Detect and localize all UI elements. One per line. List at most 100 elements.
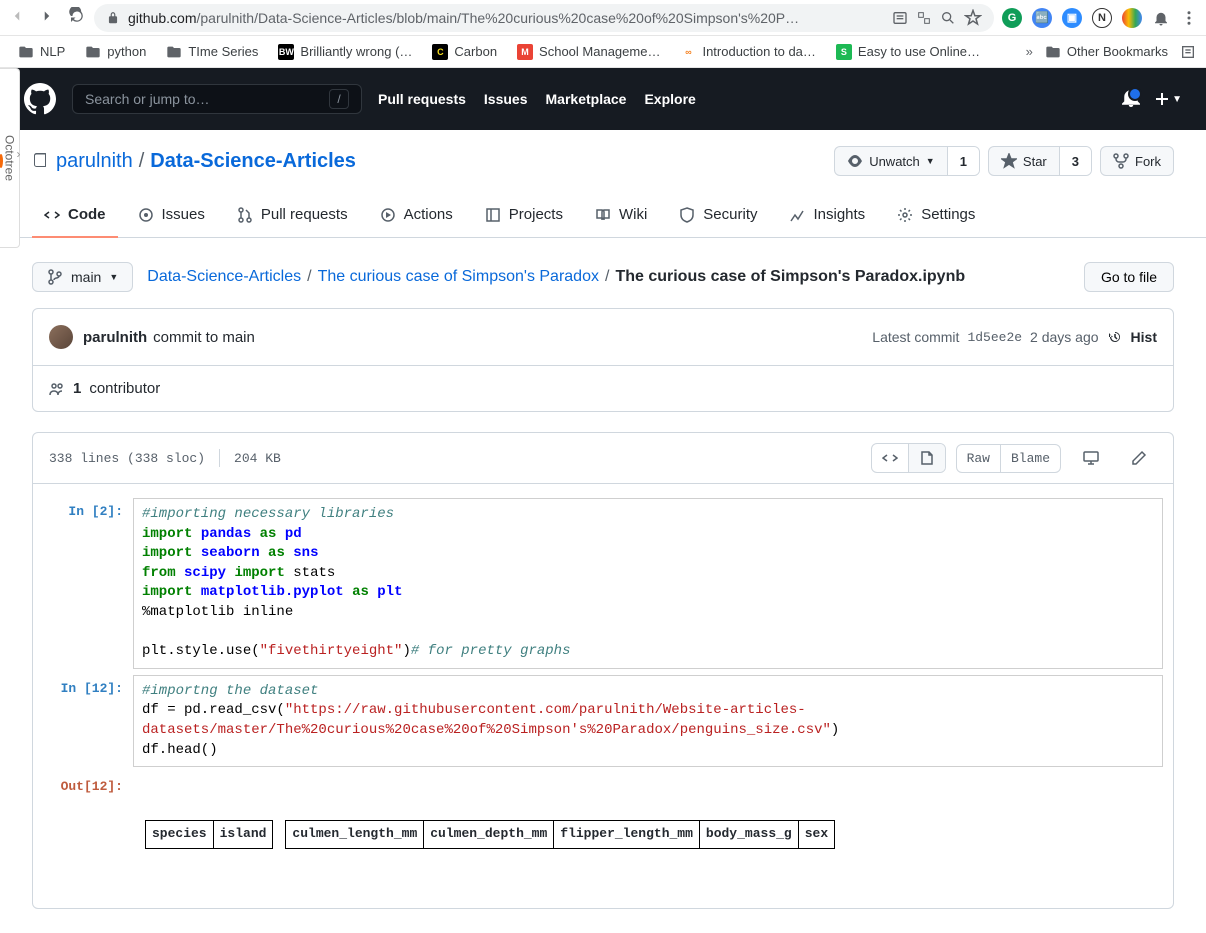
- tab-actions[interactable]: Actions: [368, 196, 465, 237]
- reading-list-icon[interactable]: [1180, 44, 1196, 60]
- branch-selector[interactable]: main ▼: [32, 262, 133, 292]
- github-header: Search or jump to… / Pull requests Issue…: [0, 68, 1206, 130]
- history-icon[interactable]: [1107, 329, 1123, 345]
- ext-multicolor-icon[interactable]: [1122, 8, 1142, 28]
- forward-button[interactable]: [38, 7, 56, 28]
- cell-prompt: In [2]:: [43, 498, 133, 669]
- file-size: 204 KB: [234, 451, 281, 466]
- file-box: 338 lines (338 sloc) 204 KB Raw Blame In…: [32, 432, 1174, 909]
- more-icon[interactable]: [1180, 9, 1198, 27]
- commit-box: parulnith commit to main Latest commit 1…: [32, 308, 1174, 412]
- notebook-content: In [2]: #importing necessary libraries i…: [33, 484, 1173, 908]
- output-cell: species island culmen_length_mm culmen_d…: [133, 773, 1163, 894]
- url-text: github.com/parulnith/Data-Science-Articl…: [128, 10, 884, 26]
- commit-time: 2 days ago: [1030, 329, 1099, 345]
- breadcrumb-root[interactable]: Data-Science-Articles: [147, 268, 301, 286]
- repo-icon: [32, 153, 48, 169]
- ext-translate-icon[interactable]: 🔤: [1032, 8, 1052, 28]
- browser-toolbar: github.com/parulnith/Data-Science-Articl…: [0, 0, 1206, 36]
- commit-sha[interactable]: 1d5ee2e: [967, 330, 1022, 345]
- browser-nav: [8, 7, 86, 28]
- zoom-icon[interactable]: [940, 10, 956, 26]
- contributor-label: contributor: [89, 380, 160, 397]
- caret-down-icon: ▼: [109, 272, 118, 282]
- bookmarks-overflow[interactable]: »: [1026, 44, 1033, 59]
- bookmark-item[interactable]: BWBrilliantly wrong (…: [270, 40, 420, 64]
- nav-explore[interactable]: Explore: [644, 91, 695, 107]
- tab-insights[interactable]: Insights: [777, 196, 877, 237]
- slash-hint: /: [329, 89, 349, 109]
- octotree-sidebar[interactable]: › Octotree: [0, 68, 20, 248]
- tab-pulls[interactable]: Pull requests: [225, 196, 360, 237]
- back-button[interactable]: [8, 7, 26, 28]
- latest-commit-label: Latest commit: [872, 329, 959, 345]
- add-dropdown[interactable]: ▼: [1154, 91, 1182, 107]
- caret-down-icon: ▼: [926, 156, 935, 166]
- code-cell: #importing necessary libraries import pa…: [133, 498, 1163, 669]
- tab-settings[interactable]: Settings: [885, 196, 987, 237]
- github-logo-icon[interactable]: [24, 83, 56, 115]
- ext-notion-icon[interactable]: N: [1092, 8, 1112, 28]
- star-icon[interactable]: [964, 9, 982, 27]
- code-cell: #importng the dataset df = pd.read_csv("…: [133, 675, 1163, 767]
- repo-owner-link[interactable]: parulnith: [56, 150, 133, 173]
- breadcrumb-folder[interactable]: The curious case of Simpson's Paradox: [318, 268, 599, 286]
- bookmark-item[interactable]: python: [77, 40, 154, 64]
- nav-pulls[interactable]: Pull requests: [378, 91, 466, 107]
- output-prompt: Out[12]:: [43, 773, 133, 894]
- nav-issues[interactable]: Issues: [484, 91, 528, 107]
- bookmark-item[interactable]: NLP: [10, 40, 73, 64]
- watch-button[interactable]: Unwatch▼ 1: [834, 146, 980, 176]
- tab-wiki[interactable]: Wiki: [583, 196, 659, 237]
- chevron-right-icon: ›: [17, 147, 21, 161]
- bookmark-item[interactable]: CCarbon: [424, 40, 505, 64]
- raw-button[interactable]: Raw: [957, 445, 1001, 472]
- bookmark-item[interactable]: MSchool Manageme…: [509, 40, 668, 64]
- view-mode-group: [871, 443, 946, 473]
- tab-code[interactable]: Code: [32, 196, 118, 237]
- contributor-count: 1: [73, 380, 81, 397]
- extension-icons: G 🔤 ▣ N: [1002, 8, 1198, 28]
- bookmark-item[interactable]: SEasy to use Online…: [828, 40, 988, 64]
- notifications-icon[interactable]: [1152, 9, 1170, 27]
- avatar[interactable]: [49, 325, 73, 349]
- search-input[interactable]: Search or jump to… /: [72, 84, 362, 114]
- search-placeholder: Search or jump to…: [85, 91, 210, 107]
- notifications-button[interactable]: [1122, 89, 1140, 110]
- fork-button[interactable]: Fork: [1100, 146, 1174, 176]
- edit-button[interactable]: [1121, 444, 1157, 472]
- cell-prompt: In [12]:: [43, 675, 133, 767]
- commit-author[interactable]: parulnith: [83, 329, 147, 346]
- star-button[interactable]: Star 3: [988, 146, 1092, 176]
- file-view: main ▼ Data-Science-Articles / The curio…: [0, 238, 1206, 933]
- other-bookmarks[interactable]: Other Bookmarks: [1037, 40, 1176, 64]
- ext-grammarly-icon[interactable]: G: [1002, 8, 1022, 28]
- bookmark-item[interactable]: TIme Series: [158, 40, 266, 64]
- lock-icon: [106, 11, 120, 25]
- reload-button[interactable]: [68, 7, 86, 28]
- dataframe-table: species island culmen_length_mm culmen_d…: [133, 820, 835, 848]
- people-icon: [49, 381, 65, 397]
- translate-icon[interactable]: [916, 10, 932, 26]
- tab-security[interactable]: Security: [667, 196, 769, 237]
- desktop-button[interactable]: [1073, 444, 1109, 472]
- repo-name-link[interactable]: Data-Science-Articles: [150, 150, 356, 172]
- blame-button[interactable]: Blame: [1001, 445, 1060, 472]
- nav-marketplace[interactable]: Marketplace: [546, 91, 627, 107]
- bookmark-item[interactable]: ∞Introduction to da…: [672, 40, 823, 64]
- commit-message[interactable]: commit to main: [153, 329, 255, 346]
- url-bar[interactable]: github.com/parulnith/Data-Science-Articl…: [94, 4, 994, 32]
- tab-projects[interactable]: Projects: [473, 196, 575, 237]
- goto-file-button[interactable]: Go to file: [1084, 262, 1174, 292]
- octotree-label: Octotree: [3, 135, 17, 181]
- rendered-view-button[interactable]: [909, 444, 945, 472]
- raw-blame-group: Raw Blame: [956, 444, 1061, 473]
- reader-icon[interactable]: [892, 10, 908, 26]
- breadcrumb-current: The curious case of Simpson's Paradox.ip…: [615, 268, 965, 286]
- tab-issues[interactable]: Issues: [126, 196, 217, 237]
- source-view-button[interactable]: [872, 444, 909, 472]
- history-link[interactable]: Hist: [1131, 329, 1157, 345]
- ext-zoom-icon[interactable]: ▣: [1062, 8, 1082, 28]
- repo-tabs: Code Issues Pull requests Actions Projec…: [0, 196, 1206, 238]
- file-lines: 338 lines (338 sloc): [49, 451, 205, 466]
